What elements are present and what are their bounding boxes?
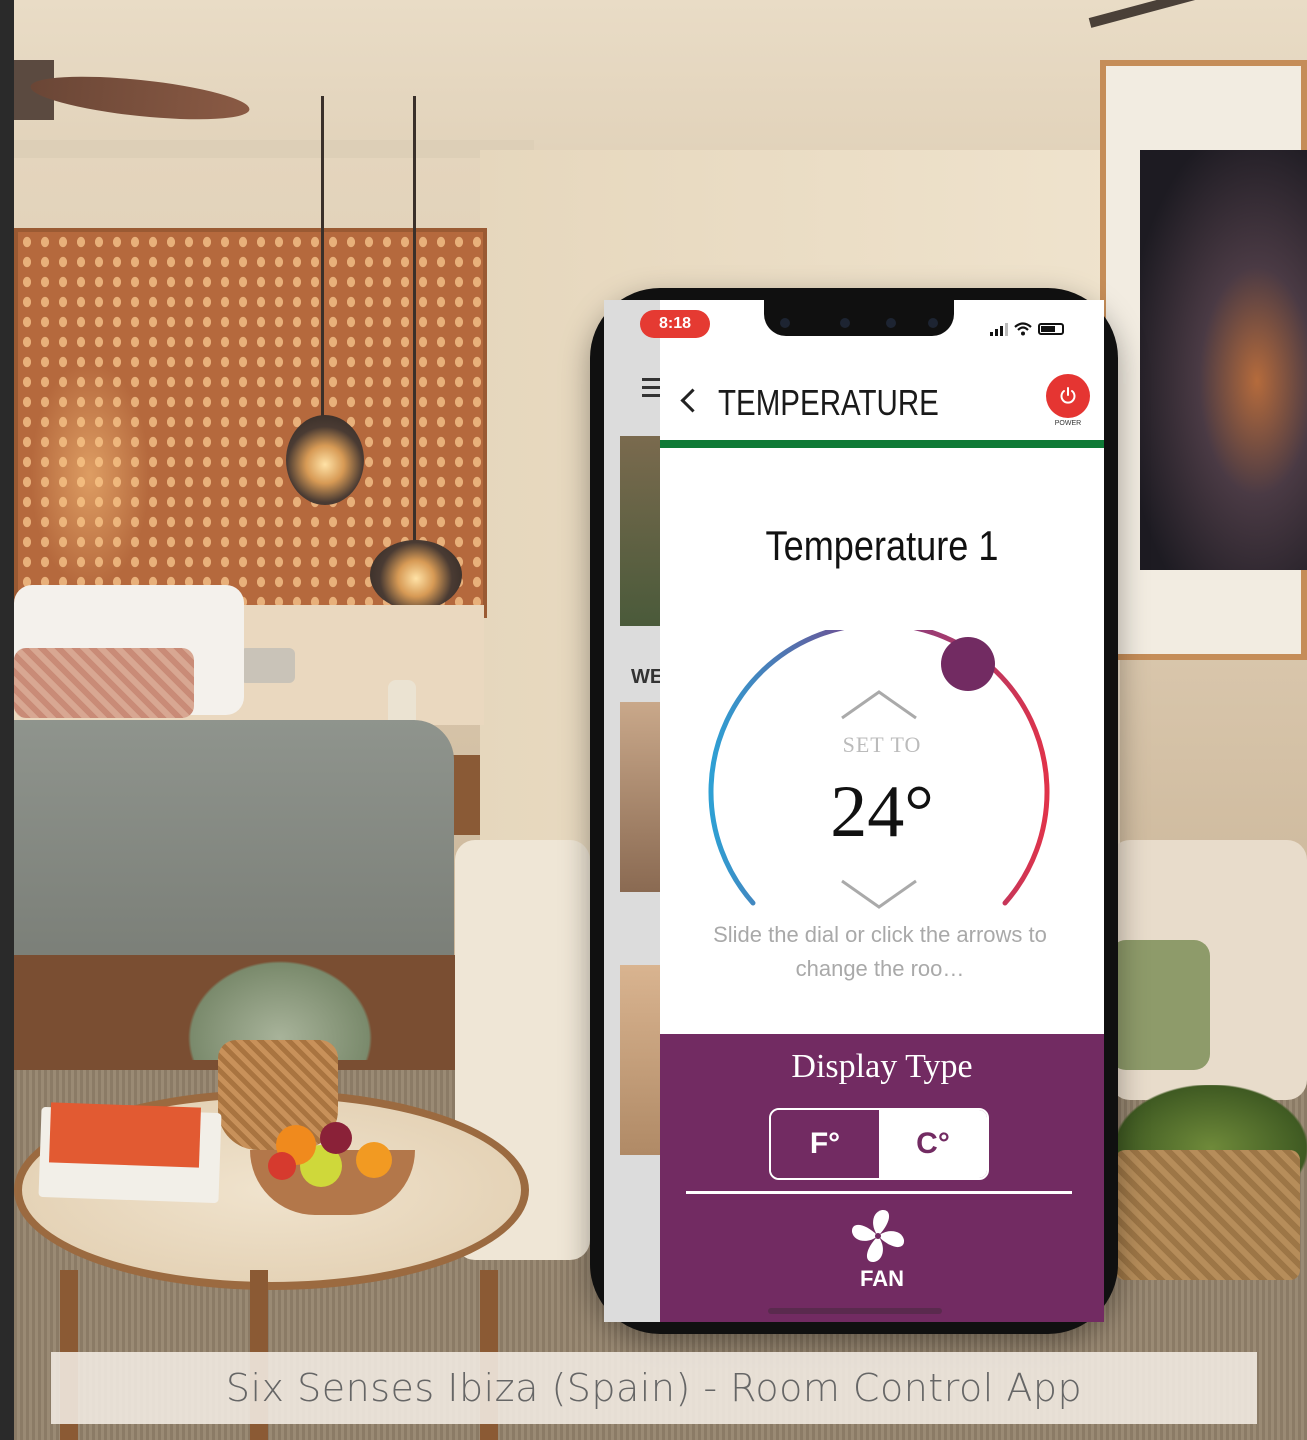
fruit xyxy=(268,1152,296,1180)
fahrenheit-option[interactable]: F° xyxy=(771,1110,879,1178)
status-icons xyxy=(990,318,1080,340)
fruit xyxy=(356,1142,392,1178)
background-app-text: WE xyxy=(631,666,664,688)
left-border xyxy=(0,0,14,1440)
power-button[interactable] xyxy=(1046,374,1090,418)
camera-sensor xyxy=(928,318,938,328)
background-app-image xyxy=(620,965,662,1155)
fan-icon[interactable] xyxy=(848,1206,908,1266)
decrease-arrow-icon[interactable] xyxy=(841,879,917,909)
menu-icon[interactable] xyxy=(642,378,660,398)
pendant-cord xyxy=(321,96,324,426)
battery-icon xyxy=(1038,323,1064,335)
bed xyxy=(14,720,454,960)
background-app-image xyxy=(620,702,662,892)
wifi-icon xyxy=(1014,322,1032,336)
fruit xyxy=(320,1122,352,1154)
dial-arc xyxy=(708,630,1050,906)
power-label: POWER xyxy=(1054,420,1082,427)
background-app-image xyxy=(620,436,662,626)
reading-lamp xyxy=(240,648,295,683)
camera-sensor xyxy=(840,318,850,328)
pendant-lamp xyxy=(370,540,462,610)
home-indicator[interactable] xyxy=(768,1308,942,1314)
artwork xyxy=(1140,150,1307,570)
set-to-label: SET TO xyxy=(842,732,922,757)
camera-sensor xyxy=(780,318,790,328)
display-type-title: Display Type xyxy=(791,1048,973,1085)
unit-toggle[interactable]: F° C° xyxy=(769,1108,989,1180)
lattice-glow xyxy=(30,360,150,590)
decorative-pillow xyxy=(14,648,194,718)
phone-notch xyxy=(764,298,954,336)
wicker-basket xyxy=(1115,1150,1300,1280)
dial-hint: Slide the dial or click the arrows to ch… xyxy=(713,922,1047,981)
status-time: 8:18 xyxy=(640,310,710,338)
fan-label[interactable]: FAN xyxy=(660,1266,1104,1292)
power-icon xyxy=(1060,387,1076,404)
pendant-lamp xyxy=(286,415,364,505)
cushion xyxy=(1110,940,1210,1070)
pendant-cord xyxy=(413,96,416,546)
signal-icon xyxy=(990,322,1008,336)
thermostat-name: Temperature 1 xyxy=(765,522,999,569)
camera-sensor xyxy=(886,318,896,328)
caption-text: Six Senses Ibiza (Spain) - Room Control … xyxy=(225,1366,1083,1410)
magazine xyxy=(48,1102,202,1168)
increase-arrow-icon[interactable] xyxy=(841,690,917,720)
celsius-option[interactable]: C° xyxy=(879,1110,987,1178)
footer-divider xyxy=(686,1191,1072,1194)
page-title: TEMPERATURE xyxy=(718,382,939,423)
image-caption: Six Senses Ibiza (Spain) - Room Control … xyxy=(51,1352,1257,1424)
ceiling-trim xyxy=(14,140,534,158)
dial-handle[interactable] xyxy=(941,637,995,691)
temperature-value: 24° xyxy=(830,771,934,853)
header-divider xyxy=(660,440,1104,448)
